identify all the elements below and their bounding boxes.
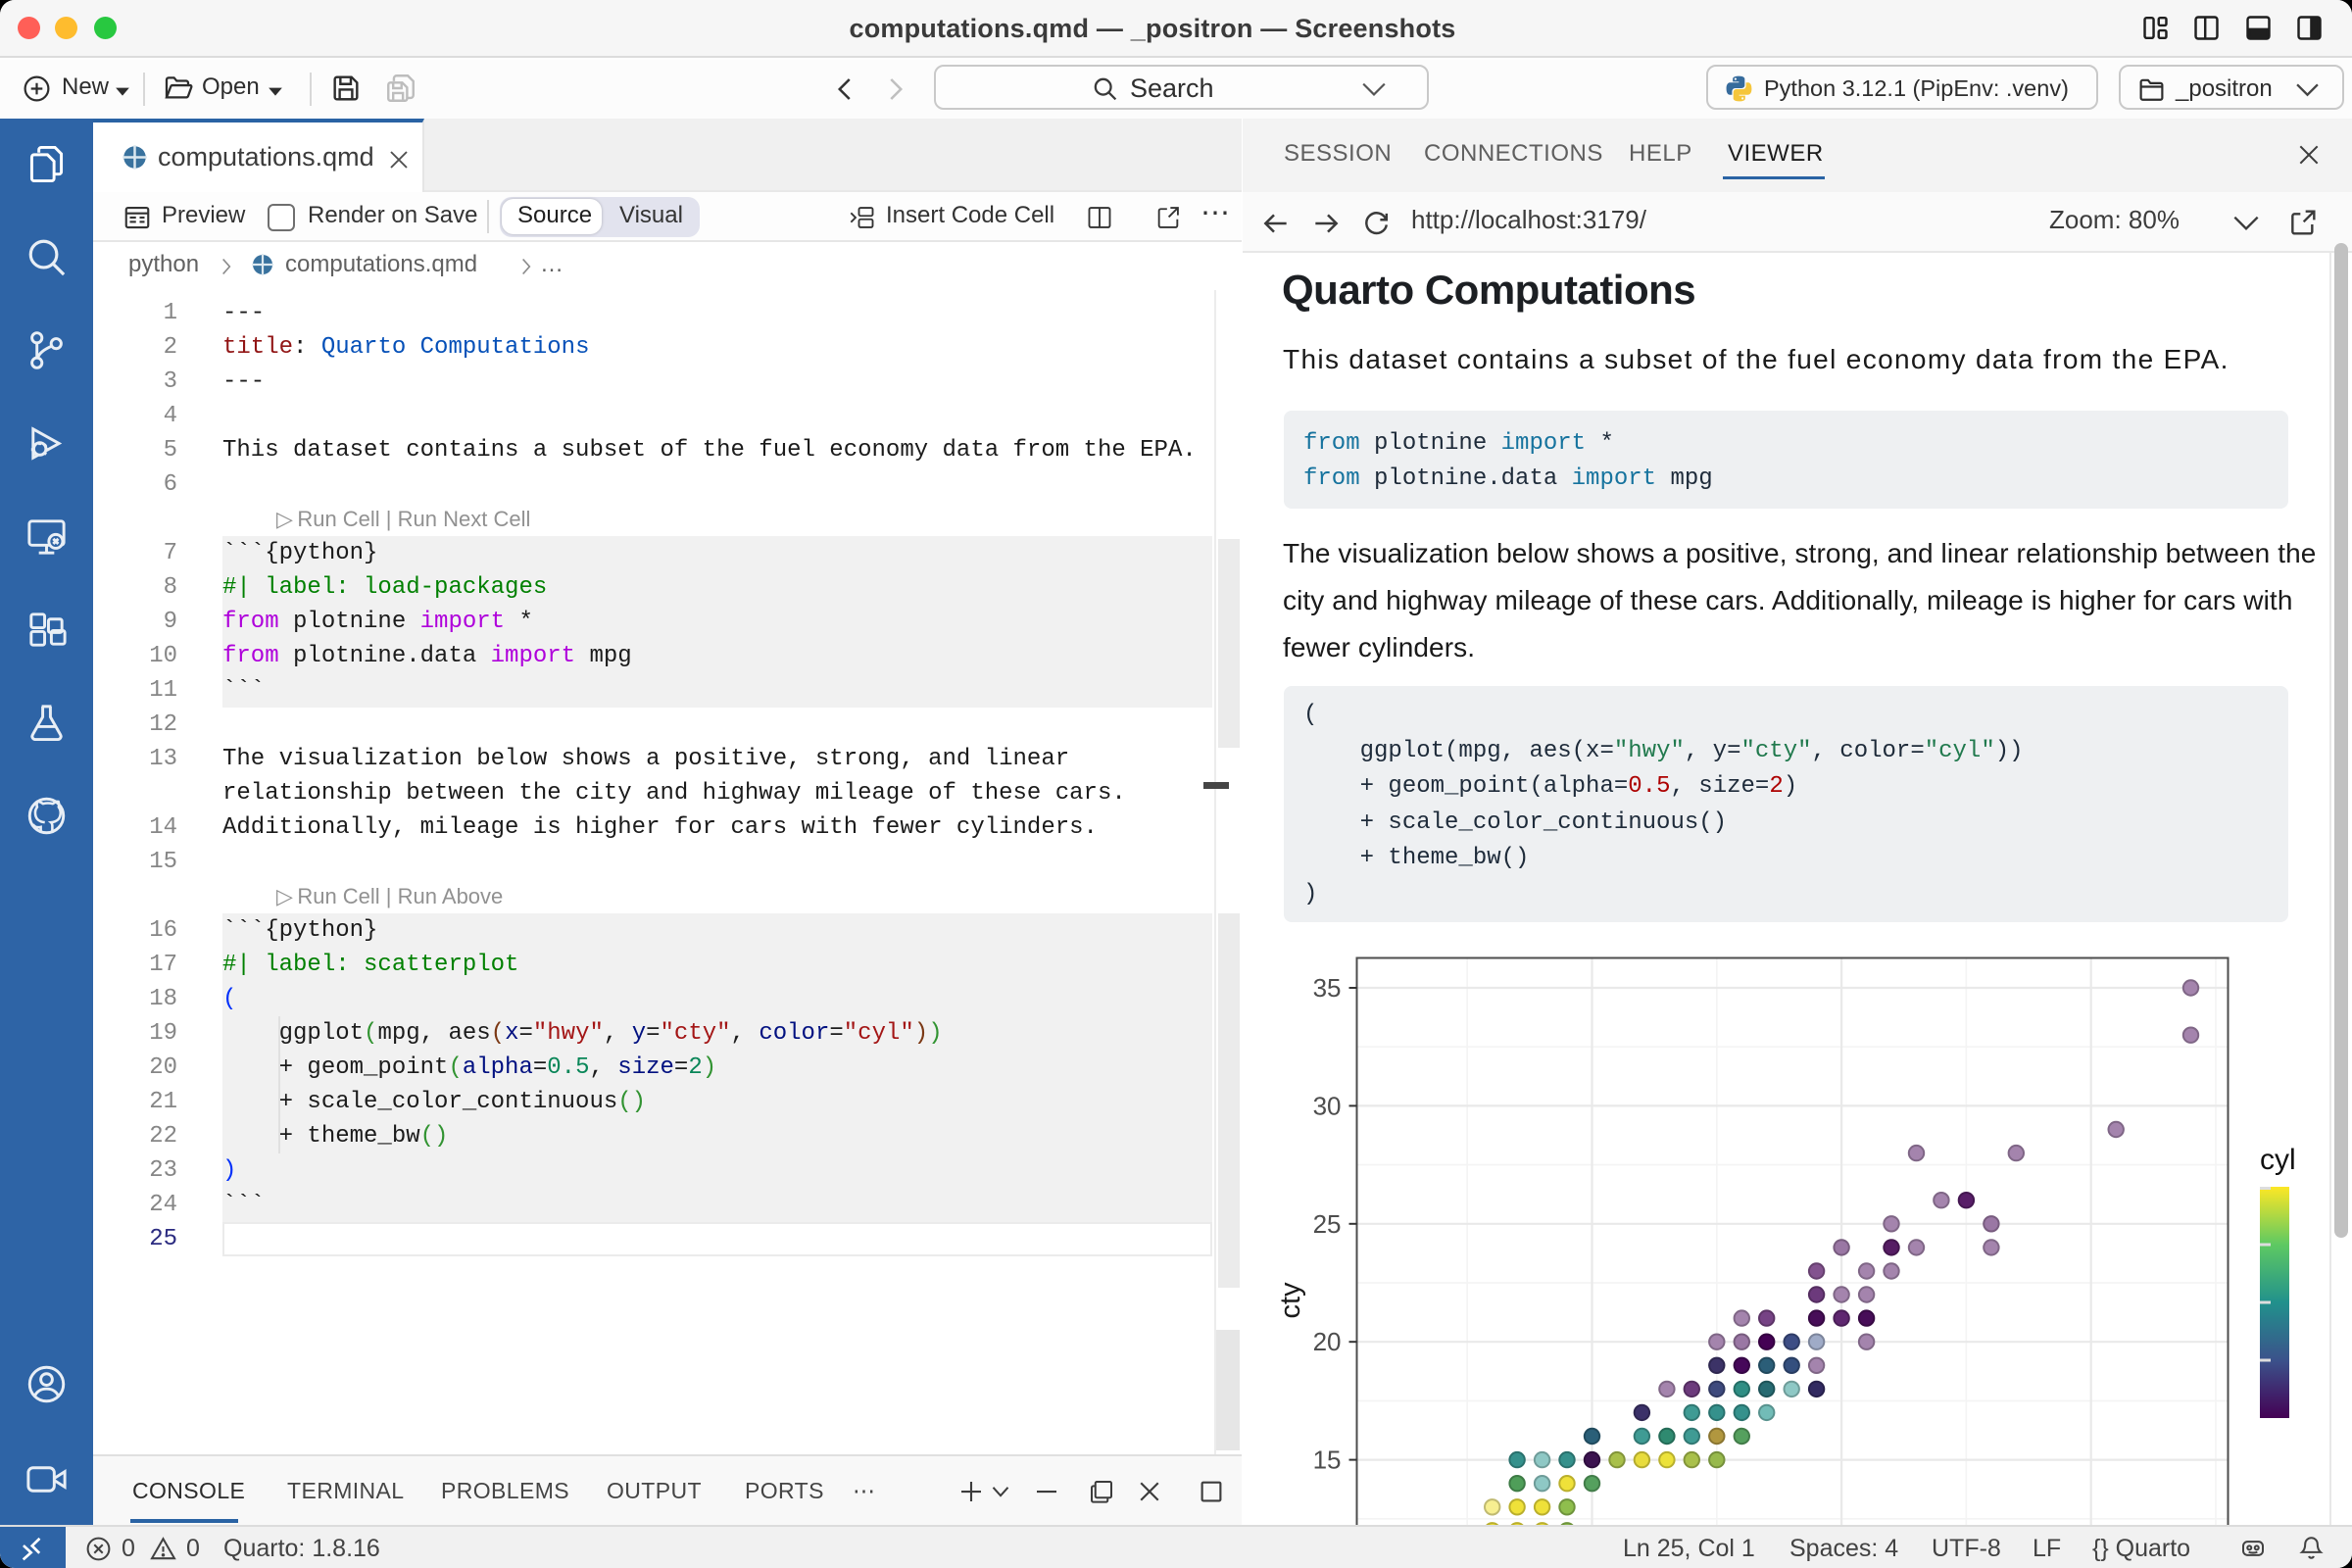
svg-text:cyl: cyl bbox=[2260, 1144, 2296, 1176]
svg-text:30: 30 bbox=[1313, 1091, 1342, 1120]
svg-text:cty: cty bbox=[1275, 1282, 1306, 1319]
svg-text:25: 25 bbox=[1313, 1209, 1342, 1239]
svg-text:35: 35 bbox=[1313, 973, 1342, 1003]
svg-text:20: 20 bbox=[1313, 1327, 1342, 1356]
svg-text:15: 15 bbox=[1313, 1446, 1342, 1475]
